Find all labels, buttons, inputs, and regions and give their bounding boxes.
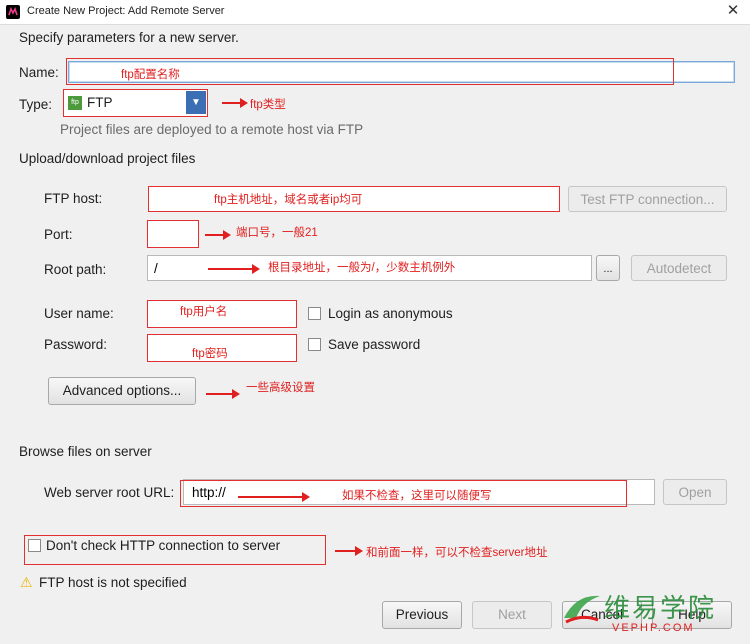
window-titlebar: Create New Project: Add Remote Server ✕ bbox=[0, 0, 750, 25]
app-icon bbox=[6, 5, 20, 19]
user-name-label: User name: bbox=[44, 306, 114, 321]
type-selected-value: FTP bbox=[87, 95, 113, 110]
http-check-annotation: 和前面一样，可以不检查server地址 bbox=[366, 547, 548, 559]
browse-section-title: Browse files on server bbox=[19, 444, 152, 459]
previous-button[interactable]: Previous bbox=[382, 601, 462, 629]
web-root-label: Web server root URL: bbox=[44, 485, 175, 500]
type-select[interactable]: ftp FTP ▼ bbox=[63, 89, 208, 117]
ftp-host-label: FTP host: bbox=[44, 191, 103, 206]
advanced-options-button[interactable]: Advanced options... bbox=[48, 377, 196, 405]
ftp-host-annotation: ftp主机地址，域名或者ip均可 bbox=[214, 194, 363, 206]
root-path-arrow-icon bbox=[208, 264, 260, 274]
window-close-button[interactable]: ✕ bbox=[720, 2, 746, 20]
name-annotation: ftp配置名称 bbox=[121, 69, 180, 81]
chevron-down-icon[interactable]: ▼ bbox=[186, 91, 206, 114]
login-anonymous-label: Login as anonymous bbox=[328, 306, 453, 321]
watermark-text-en: VEPHP.COM bbox=[612, 622, 695, 634]
browse-root-path-button[interactable]: ... bbox=[596, 255, 620, 281]
port-label: Port: bbox=[44, 227, 73, 242]
http-check-arrow-icon bbox=[335, 546, 363, 556]
port-input[interactable] bbox=[147, 220, 199, 248]
dialog-description: Specify parameters for a new server. bbox=[19, 30, 239, 45]
watermark-logo-icon bbox=[564, 595, 600, 624]
type-annotation: ftp类型 bbox=[250, 99, 286, 111]
ftp-icon: ftp bbox=[68, 96, 82, 110]
dont-check-http-checkbox[interactable] bbox=[28, 539, 41, 552]
type-hint: Project files are deployed to a remote h… bbox=[60, 122, 364, 137]
type-label: Type: bbox=[19, 97, 53, 112]
window-title: Create New Project: Add Remote Server bbox=[27, 5, 225, 17]
web-root-arrow-icon bbox=[238, 492, 310, 502]
login-anonymous-checkbox[interactable] bbox=[308, 307, 321, 320]
test-ftp-connection-button[interactable]: Test FTP connection... bbox=[568, 186, 727, 212]
upload-section-title: Upload/download project files bbox=[19, 151, 196, 166]
user-name-annotation: ftp用户名 bbox=[180, 306, 228, 318]
save-password-checkbox[interactable] bbox=[308, 338, 321, 351]
warning-icon: ⚠ bbox=[20, 574, 33, 590]
web-root-annotation: 如果不检查，这里可以随便写 bbox=[342, 490, 492, 502]
save-password-label: Save password bbox=[328, 337, 421, 352]
root-path-annotation: 根目录地址，一般为/，少数主机例外 bbox=[268, 262, 456, 274]
dont-check-http-label: Don't check HTTP connection to server bbox=[46, 538, 281, 553]
next-button[interactable]: Next bbox=[472, 601, 552, 629]
port-arrow-icon bbox=[205, 230, 231, 240]
password-label: Password: bbox=[44, 337, 108, 352]
advanced-annotation: 一些高级设置 bbox=[246, 382, 315, 394]
open-button[interactable]: Open bbox=[663, 479, 727, 505]
port-annotation: 端口号，一般21 bbox=[236, 227, 318, 239]
name-label: Name: bbox=[19, 65, 59, 80]
autodetect-button[interactable]: Autodetect bbox=[631, 255, 727, 281]
watermark-text-cn: 维易学院 bbox=[604, 593, 717, 623]
root-path-label: Root path: bbox=[44, 262, 107, 277]
type-arrow-icon bbox=[222, 98, 248, 108]
advanced-arrow-icon bbox=[206, 389, 240, 399]
warning-text: FTP host is not specified bbox=[39, 575, 187, 590]
password-annotation: ftp密码 bbox=[192, 348, 228, 360]
